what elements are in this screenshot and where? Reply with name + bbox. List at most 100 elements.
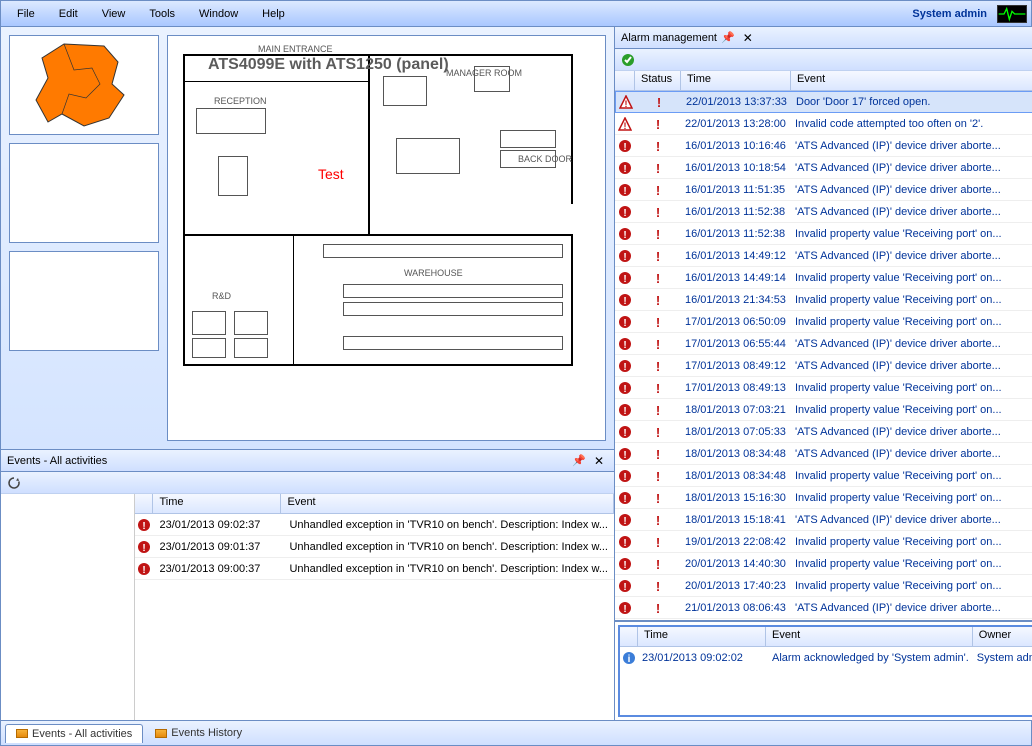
- alarm-row[interactable]: !!22/01/2013 13:37:33Door 'Door 17' forc…: [615, 91, 1032, 113]
- ack-col-event[interactable]: Event: [766, 627, 973, 646]
- error-icon: !: [135, 540, 153, 554]
- alarm-row[interactable]: !!17/01/2013 06:55:44'ATS Advanced (IP)'…: [615, 333, 1032, 355]
- tab-label: Events History: [171, 727, 242, 739]
- svg-text:!: !: [623, 406, 626, 417]
- alarm-row[interactable]: !!18/01/2013 07:05:33'ATS Advanced (IP)'…: [615, 421, 1032, 443]
- alarm-row[interactable]: !!16/01/2013 11:52:38Invalid property va…: [615, 223, 1032, 245]
- alarm-time: 21/01/2013 08:06:43: [681, 602, 791, 614]
- svg-text:!: !: [656, 403, 660, 417]
- alarm-col-event[interactable]: Event: [791, 71, 1032, 90]
- ack-time: 23/01/2013 09:02:02: [638, 652, 768, 664]
- svg-text:i: i: [628, 654, 631, 665]
- alarm-row[interactable]: !!16/01/2013 11:52:38'ATS Advanced (IP)'…: [615, 201, 1032, 223]
- bottom-tabs: Events - All activities Events History: [1, 720, 1031, 745]
- svg-text:!: !: [656, 337, 660, 351]
- alarm-row[interactable]: !!19/01/2013 22:08:42Invalid property va…: [615, 531, 1032, 553]
- alarm-time: 17/01/2013 06:55:44: [681, 338, 791, 350]
- alarm-time: 17/01/2013 08:49:12: [681, 360, 791, 372]
- alarm-row[interactable]: !!16/01/2013 21:34:53Invalid property va…: [615, 289, 1032, 311]
- svg-text:!: !: [657, 95, 661, 109]
- svg-text:!: !: [656, 117, 660, 131]
- label-main-entrance: MAIN ENTRANCE: [258, 44, 333, 54]
- error-icon: !: [615, 425, 635, 439]
- svg-text:!: !: [656, 425, 660, 439]
- menu-view[interactable]: View: [90, 5, 138, 23]
- svg-text:!: !: [656, 205, 660, 219]
- thumbnail-empty-2[interactable]: [9, 251, 159, 351]
- error-icon: !: [615, 183, 635, 197]
- pin-icon[interactable]: 📌: [568, 454, 590, 467]
- status-icon: !: [636, 95, 682, 109]
- alarm-row[interactable]: !!16/01/2013 11:51:35'ATS Advanced (IP)'…: [615, 179, 1032, 201]
- tab-events-history[interactable]: Events History: [145, 724, 252, 742]
- alarm-event: Invalid property value 'Receiving port' …: [791, 228, 1032, 240]
- close-icon[interactable]: ✕: [590, 454, 608, 468]
- close-icon[interactable]: ✕: [739, 31, 757, 45]
- menu-help[interactable]: Help: [250, 5, 297, 23]
- error-icon: !: [615, 161, 635, 175]
- alarm-row[interactable]: !!20/01/2013 17:40:23Invalid property va…: [615, 575, 1032, 597]
- status-icon: !: [635, 315, 681, 329]
- alarm-row[interactable]: !!18/01/2013 08:34:48Invalid property va…: [615, 465, 1032, 487]
- alarm-row[interactable]: !!16/01/2013 10:16:46'ATS Advanced (IP)'…: [615, 135, 1032, 157]
- events-col-time[interactable]: Time: [153, 494, 281, 513]
- alarm-row[interactable]: !!16/01/2013 14:49:12'ATS Advanced (IP)'…: [615, 245, 1032, 267]
- pin-icon[interactable]: 📌: [717, 31, 739, 44]
- error-icon: !: [615, 557, 635, 571]
- alarm-col-time[interactable]: Time: [681, 71, 791, 90]
- svg-text:!: !: [656, 359, 660, 373]
- menu-edit[interactable]: Edit: [47, 5, 90, 23]
- alarm-row[interactable]: !!18/01/2013 08:34:48'ATS Advanced (IP)'…: [615, 443, 1032, 465]
- ack-col-time[interactable]: Time: [638, 627, 766, 646]
- tab-events-all[interactable]: Events - All activities: [5, 724, 143, 743]
- alarm-row[interactable]: !!18/01/2013 07:03:21Invalid property va…: [615, 399, 1032, 421]
- alarm-row[interactable]: !!20/01/2013 14:40:30Invalid property va…: [615, 553, 1032, 575]
- alarm-row[interactable]: !!18/01/2013 15:16:30Invalid property va…: [615, 487, 1032, 509]
- menu-file[interactable]: File: [5, 5, 47, 23]
- event-row[interactable]: !23/01/2013 09:00:37Unhandled exception …: [135, 558, 614, 580]
- error-icon: !: [615, 139, 635, 153]
- alarm-event: Invalid code attempted too often on '2'.: [791, 118, 1032, 130]
- status-icon: !: [635, 403, 681, 417]
- error-icon: !: [615, 381, 635, 395]
- event-row[interactable]: !23/01/2013 09:01:37Unhandled exception …: [135, 536, 614, 558]
- svg-text:!: !: [656, 381, 660, 395]
- alarm-row[interactable]: !!18/01/2013 15:18:41'ATS Advanced (IP)'…: [615, 509, 1032, 531]
- events-col-event[interactable]: Event: [281, 494, 614, 513]
- alarm-event: Invalid property value 'Receiving port' …: [791, 404, 1032, 416]
- ack-row[interactable]: i 23/01/2013 09:02:02 Alarm acknowledged…: [620, 647, 1032, 669]
- alarm-row[interactable]: !!16/01/2013 10:18:54'ATS Advanced (IP)'…: [615, 157, 1032, 179]
- thumbnail-map[interactable]: [9, 35, 159, 135]
- thumbnail-empty-1[interactable]: [9, 143, 159, 243]
- alarm-row[interactable]: !!22/01/2013 13:28:00Invalid code attemp…: [615, 113, 1032, 135]
- event-row[interactable]: !23/01/2013 09:02:37Unhandled exception …: [135, 514, 614, 536]
- error-icon: !: [615, 601, 635, 615]
- menu-tools[interactable]: Tools: [137, 5, 187, 23]
- alarm-row[interactable]: !!17/01/2013 08:49:12'ATS Advanced (IP)'…: [615, 355, 1032, 377]
- alarm-col-status[interactable]: Status: [635, 71, 681, 90]
- svg-text:!: !: [623, 428, 626, 439]
- status-icon: !: [635, 513, 681, 527]
- alarm-row[interactable]: !!21/01/2013 08:06:43'ATS Advanced (IP)'…: [615, 597, 1032, 619]
- alarm-row[interactable]: !!16/01/2013 14:49:14Invalid property va…: [615, 267, 1032, 289]
- menubar: File Edit View Tools Window Help System …: [1, 1, 1031, 27]
- ack-col-owner[interactable]: Owner: [973, 627, 1032, 646]
- svg-text:!: !: [656, 447, 660, 461]
- refresh-icon[interactable]: [7, 476, 21, 490]
- error-icon: !: [615, 447, 635, 461]
- alarm-event: 'ATS Advanced (IP)' device driver aborte…: [791, 602, 1032, 614]
- svg-text:!: !: [656, 161, 660, 175]
- error-icon: !: [615, 359, 635, 373]
- alarm-event: 'ATS Advanced (IP)' device driver aborte…: [791, 514, 1032, 526]
- svg-text:!: !: [656, 183, 660, 197]
- alarm-col-type[interactable]: [615, 71, 635, 90]
- alarm-row[interactable]: !!17/01/2013 06:50:09Invalid property va…: [615, 311, 1032, 333]
- alarm-row[interactable]: !!17/01/2013 08:49:13Invalid property va…: [615, 377, 1032, 399]
- alarm-event: 'ATS Advanced (IP)' device driver aborte…: [791, 184, 1032, 196]
- event-text: Unhandled exception in 'TVR10 on bench'.…: [283, 541, 614, 553]
- alarm-time: 18/01/2013 08:34:48: [681, 448, 791, 460]
- svg-text:!: !: [623, 560, 626, 571]
- menu-window[interactable]: Window: [187, 5, 250, 23]
- floor-plan[interactable]: ATS4099E with ATS1250 (panel) Test MAIN …: [167, 35, 606, 441]
- acknowledge-icon[interactable]: [621, 53, 635, 67]
